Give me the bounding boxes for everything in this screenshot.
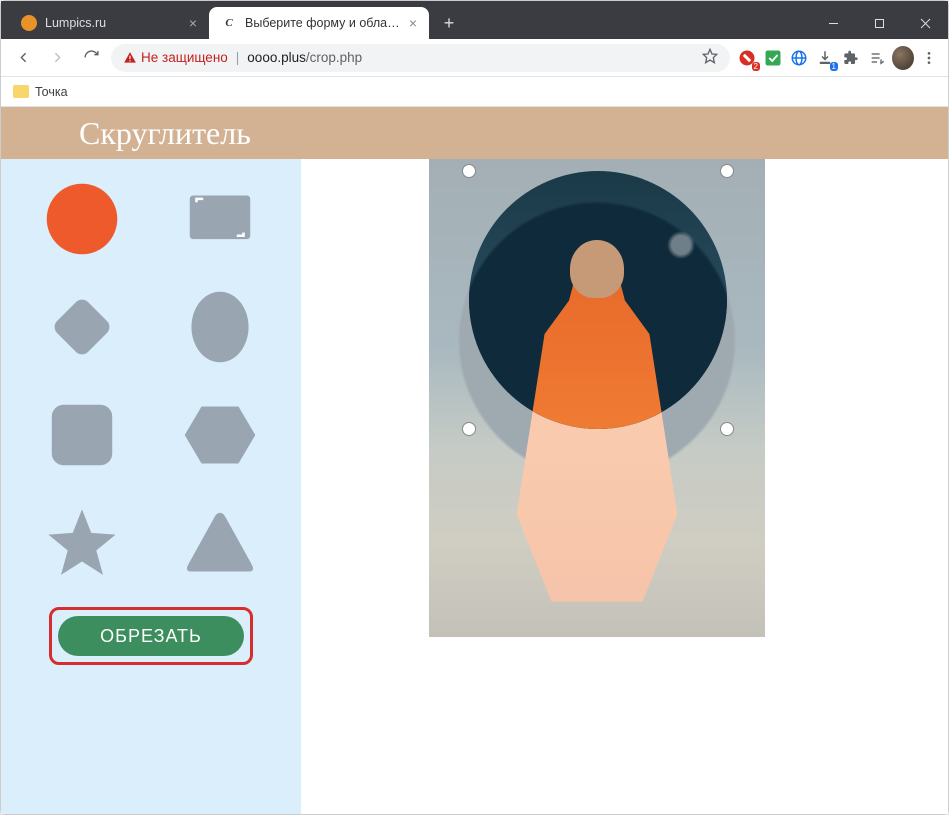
shape-sidebar: ОБРЕЗАТЬ [1, 159, 301, 814]
crop-button[interactable]: ОБРЕЗАТЬ [58, 616, 244, 656]
profile-avatar[interactable] [892, 47, 914, 69]
shape-rounded-square[interactable] [27, 393, 137, 477]
bookmark-folder[interactable]: Точка [13, 85, 68, 99]
bookmark-label: Точка [35, 85, 68, 99]
close-window-button[interactable] [902, 7, 948, 39]
new-tab-button[interactable]: + [435, 9, 463, 37]
not-secure-label: Не защищено [141, 50, 228, 65]
bookmarks-bar: Точка [1, 77, 948, 107]
url-text: oooo.plus/crop.php [247, 50, 362, 65]
tab-crop-page[interactable]: C Выберите форму и область для × [209, 7, 429, 39]
checkmark-extension-icon[interactable] [762, 47, 784, 69]
favicon-crop: C [221, 15, 237, 31]
folder-icon [13, 85, 29, 98]
forward-button[interactable] [43, 44, 71, 72]
badge: 1 [830, 62, 838, 71]
separator: | [236, 50, 240, 65]
tab-title: Выберите форму и область для [245, 16, 401, 30]
site-header: Скруглитель [1, 107, 948, 159]
crop-handle-top-right[interactable] [720, 164, 734, 178]
warning-icon [123, 51, 137, 65]
shape-rectangle-crop[interactable] [165, 177, 275, 261]
download-extension-icon[interactable]: 1 [814, 47, 836, 69]
crop-handle-bottom-right[interactable] [720, 422, 734, 436]
browser-window: Lumpics.ru × C Выберите форму и область … [0, 0, 949, 815]
favicon-lumpics [21, 15, 37, 31]
minimize-button[interactable] [810, 7, 856, 39]
adblock-extension-icon[interactable]: 2 [736, 47, 758, 69]
crop-button-highlight: ОБРЕЗАТЬ [49, 607, 253, 665]
tab-strip: Lumpics.ru × C Выберите форму и область … [1, 1, 948, 39]
close-icon[interactable]: × [189, 15, 197, 31]
shape-grid [27, 177, 275, 585]
canvas-area [301, 159, 948, 814]
window-controls [810, 7, 948, 39]
kebab-menu-icon[interactable] [918, 47, 940, 69]
extensions-puzzle-icon[interactable] [840, 47, 862, 69]
photo-crop-area[interactable] [429, 159, 765, 637]
crop-selection-circle[interactable] [469, 171, 727, 429]
shape-star[interactable] [27, 501, 137, 585]
url-box[interactable]: Не защищено | oooo.plus/crop.php [111, 44, 730, 72]
back-button[interactable] [9, 44, 37, 72]
close-icon[interactable]: × [409, 15, 417, 31]
tab-title: Lumpics.ru [45, 16, 181, 30]
reload-button[interactable] [77, 44, 105, 72]
bookmark-star-icon[interactable] [702, 48, 718, 67]
maximize-button[interactable] [856, 7, 902, 39]
not-secure-warning: Не защищено [123, 50, 228, 65]
reading-list-icon[interactable] [866, 47, 888, 69]
shape-diamond[interactable] [27, 285, 137, 369]
main-area: ОБРЕЗАТЬ [1, 159, 948, 814]
badge: 2 [752, 62, 760, 71]
globe-extension-icon[interactable] [788, 47, 810, 69]
shape-hexagon[interactable] [165, 393, 275, 477]
shape-ellipse[interactable] [165, 285, 275, 369]
photo-image-cropped [469, 171, 727, 429]
tab-lumpics[interactable]: Lumpics.ru × [9, 7, 209, 39]
address-bar: Не защищено | oooo.plus/crop.php 2 1 [1, 39, 948, 77]
crop-handle-bottom-left[interactable] [462, 422, 476, 436]
crop-handle-top-left[interactable] [462, 164, 476, 178]
site-logo: Скруглитель [79, 115, 251, 152]
shape-triangle[interactable] [165, 501, 275, 585]
extensions-row: 2 1 [736, 47, 940, 69]
page-content: Скруглитель [1, 107, 948, 814]
shape-circle[interactable] [27, 177, 137, 261]
